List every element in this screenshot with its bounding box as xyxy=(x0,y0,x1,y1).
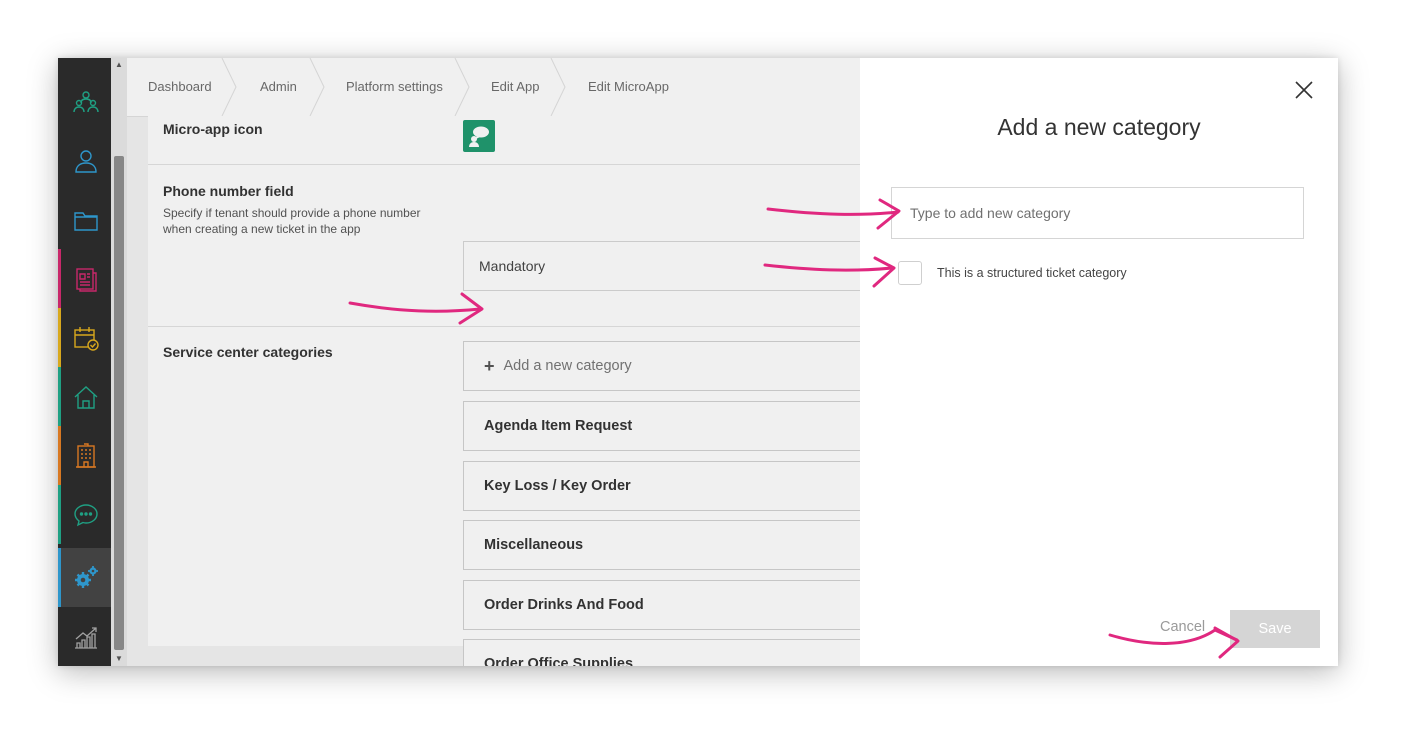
app-window: ▲ ▼ Dashboard Admin Platform settings Ed… xyxy=(58,58,1338,666)
save-button[interactable]: Save xyxy=(1230,610,1320,648)
modal-backdrop[interactable] xyxy=(58,58,860,666)
structured-category-option[interactable]: This is a structured ticket category xyxy=(898,261,1127,285)
structured-category-label: This is a structured ticket category xyxy=(937,266,1127,280)
new-category-input[interactable] xyxy=(891,187,1304,239)
panel-title: Add a new category xyxy=(997,114,1201,140)
add-category-panel: Add a new category This is a structured … xyxy=(860,58,1338,666)
cancel-button[interactable]: Cancel xyxy=(1160,619,1205,635)
close-icon[interactable] xyxy=(1293,79,1315,101)
structured-category-checkbox[interactable] xyxy=(898,261,922,285)
